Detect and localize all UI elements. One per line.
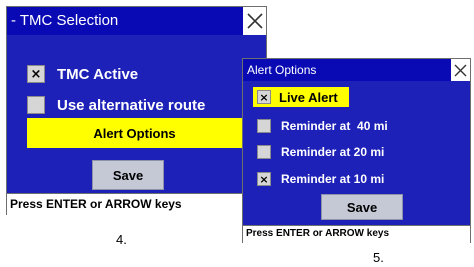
alert-options-screen: Alert Options × Live Alert Reminder at 4… (242, 58, 471, 243)
check-x-icon: × (259, 90, 269, 104)
save-button[interactable]: Save (92, 160, 164, 190)
alternative-route-checkbox[interactable] (27, 96, 45, 114)
close-icon (246, 13, 263, 29)
figure-caption-4: 4. (116, 232, 127, 247)
reminder-20-checkbox[interactable] (257, 145, 271, 159)
reminder-40-label: Reminder at 40 mi (281, 119, 388, 133)
alert-options-label: Alert Options (93, 125, 176, 141)
figure-caption-5: 5. (373, 250, 384, 265)
live-alert-checkbox[interactable]: × (257, 90, 271, 104)
close-button[interactable] (242, 7, 266, 35)
window-title: - TMC Selection (11, 12, 119, 29)
reminder-10-label: Reminder at 10 mi (281, 172, 385, 186)
reminder-20-label: Reminder at 20 mi (281, 145, 385, 159)
reminder-40-option[interactable]: Reminder at 40 mi (257, 116, 388, 136)
close-button[interactable] (450, 59, 470, 81)
check-x-icon (258, 120, 270, 132)
alert-options-panel: × Live Alert Reminder at 40 mi Reminder … (243, 81, 470, 225)
reminder-20-option[interactable]: Reminder at 20 mi (257, 142, 384, 162)
status-text: Press ENTER or ARROW keys (10, 197, 182, 211)
reminder-10-checkbox[interactable]: × (257, 172, 271, 186)
alternative-route-label: Use alternative route (57, 96, 206, 114)
title-bar: Alert Options (243, 59, 470, 81)
check-x-icon: × (259, 172, 269, 186)
tmc-active-option[interactable]: × TMC Active (27, 62, 138, 86)
reminder-10-option[interactable]: × Reminder at 10 mi (257, 169, 384, 189)
alternative-route-option[interactable]: Use alternative route (27, 93, 205, 117)
reminder-40-checkbox[interactable] (257, 119, 271, 133)
live-alert-option[interactable]: × Live Alert (253, 87, 349, 107)
save-button[interactable]: Save (321, 194, 403, 220)
status-bar: Press ENTER or ARROW keys (7, 193, 266, 215)
check-x-icon (28, 97, 44, 113)
status-bar: Press ENTER or ARROW keys (243, 225, 470, 243)
title-bar: - TMC Selection (7, 7, 266, 35)
tmc-active-checkbox[interactable]: × (27, 65, 45, 83)
check-x-icon (258, 146, 270, 158)
live-alert-label: Live Alert (279, 89, 338, 105)
tmc-options-panel: × TMC Active Use alternative route Alert… (7, 35, 266, 193)
close-icon (454, 64, 467, 76)
tmc-selection-screen: - TMC Selection × TMC Active Use alterna… (6, 6, 267, 215)
window-title: Alert Options (247, 63, 317, 77)
status-text: Press ENTER or ARROW keys (246, 228, 390, 239)
save-label: Save (346, 199, 378, 215)
check-x-icon: × (30, 66, 42, 82)
alert-options-button[interactable]: Alert Options (27, 118, 242, 148)
tmc-active-label: TMC Active (57, 65, 139, 83)
save-label: Save (112, 167, 144, 183)
